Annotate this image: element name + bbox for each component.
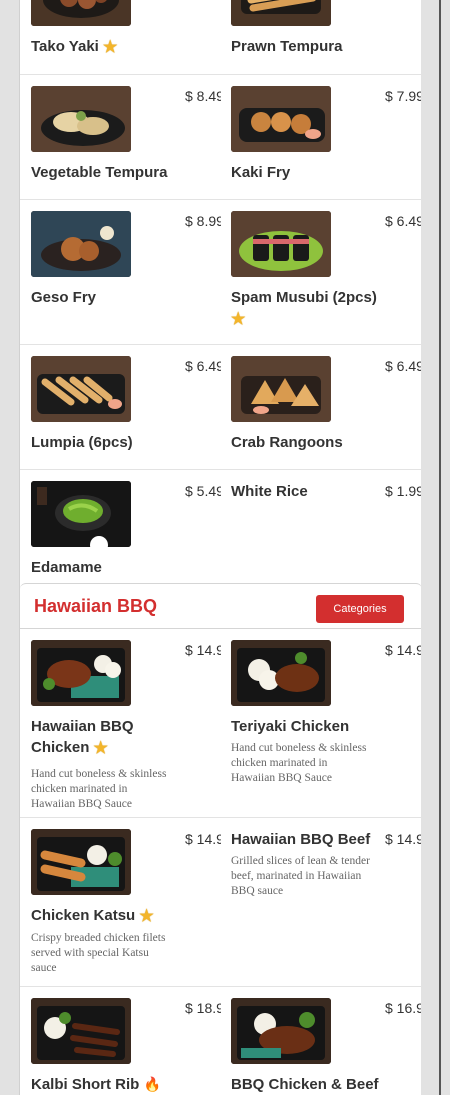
kaki-fry-image[interactable] — [231, 86, 331, 152]
item-name: Chicken Katsu — [31, 907, 136, 924]
menu-row: $ 5.49 Edamame $ 1.99 White Rice — [20, 470, 421, 583]
item-price: $ 8.49 — [185, 88, 221, 104]
item-name: Spam Musubi (2pcs) — [231, 289, 377, 306]
menu-row: $ 8.49 Vegetable Tempura $ 7.99 Kaki Fry — [20, 75, 421, 200]
item-price: $ 16.99 — [385, 1000, 421, 1016]
item-name: BBQ Chicken & Beef — [231, 1076, 379, 1093]
scrollbar-track[interactable] — [439, 0, 441, 1095]
item-price: $ 14.99 — [185, 642, 221, 658]
menu-item-spam-musubi[interactable]: $ 6.49 Spam Musubi (2pcs) ★ — [231, 211, 421, 330]
item-price: $ 14.99 — [385, 831, 421, 847]
hawaiian-bbq-chicken-image[interactable] — [31, 640, 131, 706]
bbq-chicken-beef-image[interactable] — [231, 998, 331, 1064]
vegetable-tempura-image[interactable] — [31, 86, 131, 152]
item-name: Teriyaki Chicken — [231, 718, 350, 735]
menu-item-hawaiian-bbq-chicken[interactable]: $ 14.99 Hawaiian BBQ Chicken ★ Hand cut … — [31, 640, 221, 812]
kalbi-short-rib-image[interactable] — [31, 998, 131, 1064]
item-price: $ 1.99 — [385, 483, 421, 499]
star-icon: ★ — [93, 740, 108, 757]
menu-row: $ 18.99 Kalbi Short Rib 🔥 $ 16.99 BBQ Ch… — [20, 987, 421, 1095]
item-name: Kaki Fry — [231, 164, 291, 181]
geso-fry-image[interactable] — [31, 211, 131, 277]
teriyaki-chicken-image[interactable] — [231, 640, 331, 706]
menu-row: $ 14.99 Hawaiian BBQ Chicken ★ Hand cut … — [20, 629, 421, 818]
item-price: $ 18.99 — [185, 1000, 221, 1016]
item-description: Hand cut boneless & skinless chicken mar… — [231, 742, 367, 784]
prawn-tempura-image[interactable] — [231, 0, 331, 26]
menu-item-white-rice[interactable]: $ 1.99 White Rice — [231, 481, 421, 502]
menu-row: Tako Yaki ★ Prawn Tempura — [20, 0, 421, 75]
item-price: $ 6.49 — [385, 213, 421, 229]
menu-item-edamame[interactable]: $ 5.49 Edamame — [31, 481, 221, 578]
item-price: $ 5.49 — [185, 483, 221, 499]
menu-item-prawn-tempura[interactable]: Prawn Tempura — [231, 0, 421, 57]
item-name: Crab Rangoons — [231, 434, 343, 451]
lumpia-image[interactable] — [31, 356, 131, 422]
item-name: Tako Yaki — [31, 38, 99, 55]
menu-item-kalbi-short-rib[interactable]: $ 18.99 Kalbi Short Rib 🔥 — [31, 998, 221, 1095]
spam-musubi-image[interactable] — [231, 211, 331, 277]
edamame-image[interactable] — [31, 481, 131, 547]
item-price: $ 8.99 — [185, 213, 221, 229]
section-title: Hawaiian BBQ — [34, 596, 158, 616]
menu-item-hawaiian-bbq-beef[interactable]: $ 14.99 Hawaiian BBQ Beef Grilled slices… — [231, 829, 421, 899]
menu-item-bbq-chicken-beef[interactable]: $ 16.99 BBQ Chicken & Beef — [231, 998, 421, 1095]
item-price: $ 6.49 — [185, 358, 221, 374]
item-price: $ 14.99 — [185, 831, 221, 847]
fire-icon: 🔥 — [143, 1076, 161, 1092]
item-price: $ 7.99 — [385, 88, 421, 104]
menu-row: $ 14.99 Chicken Katsu ★ Crispy breaded c… — [20, 818, 421, 987]
item-description: Hand cut boneless & skinless chicken mar… — [31, 768, 167, 810]
item-name: Lumpia (6pcs) — [31, 434, 133, 451]
item-name: Prawn Tempura — [231, 38, 343, 55]
item-description: Grilled slices of lean & tender beef, ma… — [231, 855, 370, 897]
menu-item-lumpia[interactable]: $ 6.49 Lumpia (6pcs) — [31, 356, 221, 453]
menu-item-tako-yaki[interactable]: Tako Yaki ★ — [31, 0, 221, 58]
crab-rangoons-image[interactable] — [231, 356, 331, 422]
section-header: Hawaiian BBQ Categories — [20, 583, 421, 629]
star-icon: ★ — [231, 311, 246, 328]
item-price: $ 14.99 — [385, 642, 421, 658]
menu-item-teriyaki-chicken[interactable]: $ 14.99 Teriyaki Chicken Hand cut bonele… — [231, 640, 421, 786]
item-name: Hawaiian BBQ Chicken — [31, 718, 134, 756]
item-name: Edamame — [31, 559, 102, 576]
menu-row: $ 6.49 Lumpia (6pcs) $ 6.49 Crab Rangoon… — [20, 345, 421, 470]
star-icon: ★ — [139, 908, 154, 925]
item-price: $ 6.49 — [385, 358, 421, 374]
menu-item-geso-fry[interactable]: $ 8.99 Geso Fry — [31, 211, 221, 308]
item-name: Vegetable Tempura — [31, 164, 168, 181]
menu-item-kaki-fry[interactable]: $ 7.99 Kaki Fry — [231, 86, 421, 183]
menu-row: $ 8.99 Geso Fry $ 6.49 Spam Musubi (2pcs… — [20, 200, 421, 345]
menu-item-vegetable-tempura[interactable]: $ 8.49 Vegetable Tempura — [31, 86, 221, 183]
chicken-katsu-image[interactable] — [31, 829, 131, 895]
star-icon: ★ — [103, 39, 118, 56]
item-name: Geso Fry — [31, 289, 97, 306]
menu-item-chicken-katsu[interactable]: $ 14.99 Chicken Katsu ★ Crispy breaded c… — [31, 829, 221, 976]
takoyaki-image[interactable] — [31, 0, 131, 26]
item-name: Kalbi Short Rib — [31, 1076, 140, 1093]
item-description: Crispy breaded chicken filets served wit… — [31, 932, 166, 974]
menu-page: Tako Yaki ★ Prawn Tempura $ 8.49 Vegetab… — [19, 0, 421, 1095]
menu-item-crab-rangoons[interactable]: $ 6.49 Crab Rangoons — [231, 356, 421, 453]
categories-button[interactable]: Categories — [316, 595, 404, 623]
